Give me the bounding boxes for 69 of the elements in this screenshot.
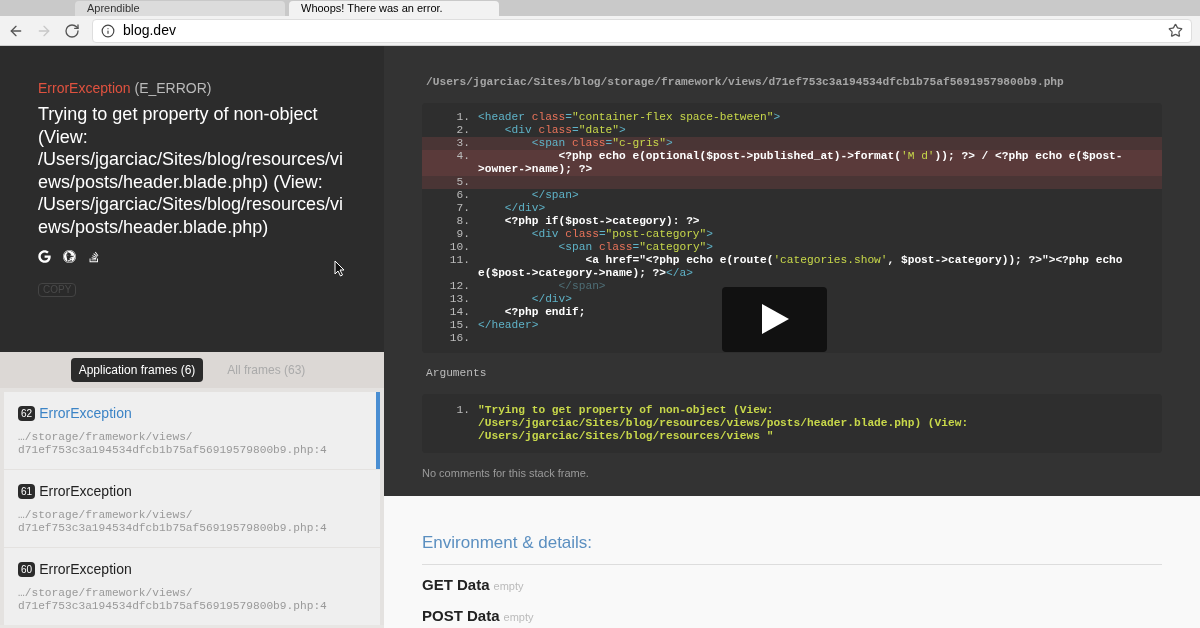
browser-tab[interactable]: Whoops! There was an error. xyxy=(289,1,499,16)
frame-file-path: …/storage/framework/views/ d71ef753c3a194534dfcb1b75af56919579800b9.php:4 xyxy=(18,587,328,613)
line-number: 9. xyxy=(455,227,470,241)
code-line: </div> xyxy=(530,292,573,306)
line-number: 11. xyxy=(448,253,470,268)
exception-class: ErrorException xyxy=(38,80,131,96)
environment-title: Environment & details: xyxy=(422,530,1162,565)
line-number: 7. xyxy=(455,201,470,215)
address-text: blog.dev xyxy=(123,21,176,40)
section-value: empty xyxy=(493,578,524,594)
line-number: 6. xyxy=(455,188,470,202)
code-file-path: /Users/jgarciac/Sites/blog/storage/framework/views/d71ef753c3a194534dfcb1b75af56919579800b9.php xyxy=(425,75,1065,90)
code-line: </header> xyxy=(478,318,540,332)
frame-class: ErrorException xyxy=(39,482,132,501)
code-line: <?php echo e(optional($post->published_at)->format('M d')); ?> / <?php echo e($post->owner->name); ?> xyxy=(478,149,1124,176)
code-line: <a href="<?php echo e(route('categories.show', $post->category)); ?>"><?php echo e($post->category->name); ?></a> xyxy=(478,253,1124,280)
comments-note: No comments for this stack frame. xyxy=(422,465,590,481)
line-number: 16. xyxy=(448,331,470,345)
code-line: <?php endif; xyxy=(503,305,587,319)
info-icon[interactable] xyxy=(101,23,115,38)
stack-frame[interactable]: 60 ErrorException …/storage/framework/views/ d71ef753c3a194534dfcb1b75af56919579800b9.php:4 xyxy=(4,548,380,625)
browser-tab[interactable]: Aprendible xyxy=(75,1,285,16)
code-line: <span class="c-gris"> xyxy=(530,136,674,150)
line-number: 10. xyxy=(448,240,470,254)
frame-number: 61 xyxy=(18,484,36,499)
line-number: 5. xyxy=(455,175,470,189)
code-line: <?php if($post->category): ?> xyxy=(503,214,701,228)
argument-value: "Trying to get property of non-object (View: /Users/jgarciac/Sites/blog/resources/views/posts/header.blade.php) (View: /Users/jgarciac/Sites/blog/resources/views " xyxy=(478,403,970,443)
line-number: 15. xyxy=(448,318,470,332)
frame-file-path: …/storage/framework/views/ d71ef753c3a194534dfcb1b75af56919579800b9.php:4 xyxy=(18,509,328,535)
line-number: 12. xyxy=(448,279,470,293)
section-name: POST Data xyxy=(422,606,500,626)
stack-icon[interactable] xyxy=(88,250,100,263)
stack-frame[interactable]: 61 ErrorException …/storage/framework/views/ d71ef753c3a194534dfcb1b75af56919579800b9.php:4 xyxy=(4,470,380,547)
video-play-button[interactable] xyxy=(722,286,827,352)
code-line: </span> xyxy=(530,188,580,202)
frame-file-path: …/storage/framework/views/ d71ef753c3a194534dfcb1b75af56919579800b9.php:4 xyxy=(18,431,328,457)
play-icon xyxy=(759,303,790,336)
address-bar[interactable]: blog.dev xyxy=(92,18,1192,43)
section-value: empty xyxy=(503,610,534,625)
section-name: GET Data xyxy=(422,574,490,595)
line-number: 13. xyxy=(448,292,470,306)
line-number: 4. xyxy=(455,149,470,164)
code-line: <div class="date"> xyxy=(503,123,627,137)
mouse-pointer-icon xyxy=(334,260,345,277)
code-line: <div class="post-category"> xyxy=(530,227,715,241)
bookmark-star-icon[interactable] xyxy=(1168,23,1183,38)
code-line: <header class="container-flex space-between"> xyxy=(478,110,782,124)
frame-number: 60 xyxy=(18,562,36,577)
exception-code: (E_ERROR) xyxy=(134,80,212,96)
frame-number: 62 xyxy=(18,406,36,421)
line-number: 1. xyxy=(455,110,470,124)
arguments-label: Arguments xyxy=(425,365,488,381)
frame-class: ErrorException xyxy=(39,560,132,579)
line-number: 3. xyxy=(455,136,470,150)
line-number: 14. xyxy=(448,305,470,319)
line-number: 8. xyxy=(455,214,470,228)
exception-message: Trying to get property of non-object (View: /Users/jgarciac/Sites/blog/resources/views/posts/header.blade.php) (View: /Users/jgarciac/Sites/blog/resources/views/posts/header.blade.php) xyxy=(38,103,345,238)
code-line: <span class="category"> xyxy=(557,240,715,254)
frame-class: ErrorException xyxy=(39,404,132,423)
code-line: </span> xyxy=(557,279,607,293)
duck-logo-icon[interactable] xyxy=(63,250,76,263)
argument-number: 1. xyxy=(455,403,470,418)
g-logo-icon[interactable] xyxy=(38,250,51,263)
code-line: </div> xyxy=(503,201,547,215)
stack-frame[interactable]: 62 ErrorException …/storage/framework/views/ d71ef753c3a194534dfcb1b75af56919579800b9.php:4 xyxy=(4,392,380,469)
frame-tab[interactable]: Application frames (6) xyxy=(70,358,204,382)
reload-icon[interactable] xyxy=(64,22,80,39)
line-number: 2. xyxy=(455,123,470,137)
